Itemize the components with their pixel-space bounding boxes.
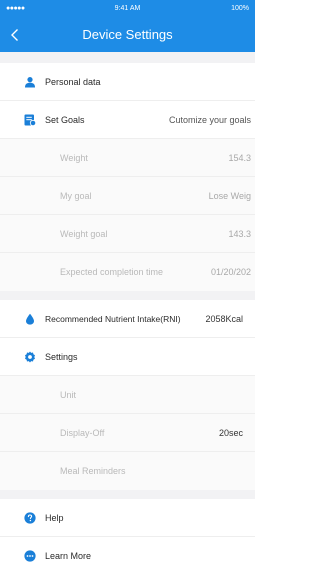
water-drop-icon	[24, 313, 36, 325]
set-goals-value: Cutomize your goals	[168, 115, 251, 125]
help-row[interactable]: Help	[0, 499, 255, 537]
nav-bar: Device Settings	[0, 18, 255, 52]
header: ●●●●● 9:41 AM 100% Device Settings	[0, 0, 255, 52]
display-off-value: 20sec	[218, 428, 243, 438]
rni-value: 2058Kcal	[205, 314, 243, 324]
meal-reminders-label: Meal Reminders	[60, 466, 126, 476]
learn-more-row[interactable]: Learn More	[0, 537, 255, 575]
personal-data-label: Personal data	[45, 77, 101, 87]
display-off-label: Display-Off	[60, 428, 105, 438]
help-label: Help	[45, 513, 64, 523]
my-goal-label: My goal	[60, 191, 92, 201]
settings-row[interactable]: Settings	[0, 338, 255, 376]
display-off-row[interactable]: Display-Off 20sec	[0, 414, 255, 452]
gear-icon	[24, 351, 36, 363]
person-icon	[24, 76, 36, 88]
section-divider	[0, 291, 255, 300]
expected-completion-row[interactable]: Expected completion time 01/20/202	[0, 253, 255, 291]
goal-list-icon	[24, 114, 36, 126]
status-bar: ●●●●● 9:41 AM 100%	[0, 0, 255, 18]
settings-label: Settings	[45, 352, 78, 362]
my-goal-row[interactable]: My goal Lose Weig	[0, 177, 255, 215]
weight-goal-label: Weight goal	[60, 229, 108, 239]
question-icon	[24, 512, 36, 524]
learn-more-label: Learn More	[45, 551, 92, 561]
unit-label: Unit	[60, 390, 77, 400]
meal-reminders-row[interactable]: Meal Reminders	[0, 452, 255, 490]
personal-data-row[interactable]: Personal data	[0, 63, 255, 101]
unit-row[interactable]: Unit	[0, 376, 255, 414]
rni-label: Recommended Nutrient Intake(RNI)	[45, 314, 181, 324]
section-divider	[0, 490, 255, 499]
weight-row[interactable]: Weight 154.3	[0, 139, 255, 177]
rni-row[interactable]: Recommended Nutrient Intake(RNI) 2058Kca…	[0, 300, 255, 338]
weight-goal-row[interactable]: Weight goal 143.3	[0, 215, 255, 253]
set-goals-row[interactable]: Set Goals Cutomize your goals	[0, 101, 255, 139]
battery-level: 100%	[231, 5, 249, 12]
set-goals-label: Set Goals	[45, 115, 85, 125]
more-dots-icon	[24, 550, 36, 562]
section-divider	[0, 52, 255, 63]
weight-label: Weight	[60, 153, 88, 163]
weight-value: 154.3	[228, 153, 251, 163]
weight-goal-value: 143.3	[228, 229, 251, 239]
expected-completion-value: 01/20/202	[210, 267, 251, 277]
expected-completion-label: Expected completion time	[60, 267, 164, 277]
my-goal-value: Lose Weig	[208, 191, 251, 201]
page-title: Device Settings	[82, 27, 173, 42]
status-time: 9:41 AM	[114, 5, 141, 12]
